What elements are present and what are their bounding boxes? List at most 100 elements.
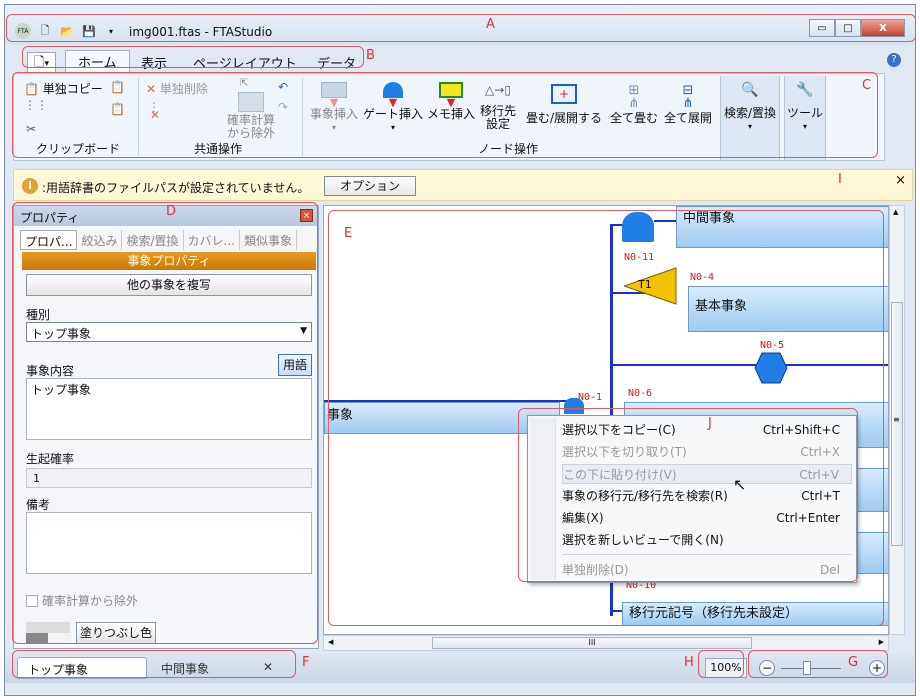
transfer-set-button[interactable]: △→▯ 移行先 設定 bbox=[478, 84, 518, 131]
insert-gate-button[interactable]: ▼ ゲート挿入 ▾ bbox=[362, 82, 424, 134]
delete-icon[interactable]: ✕ bbox=[150, 108, 160, 122]
delete-single-button[interactable]: ✕ 単独削除 bbox=[146, 80, 208, 97]
chevron-down-icon: ▼ bbox=[300, 326, 307, 336]
zoom-slider-thumb[interactable] bbox=[803, 661, 811, 675]
expand-all-button[interactable]: ⊟ ⋔ 全て展開 bbox=[660, 84, 716, 125]
panel-close-icon[interactable]: × bbox=[300, 209, 313, 222]
tab-coverage[interactable]: カバレ... bbox=[184, 230, 240, 250]
duplicate-event-button[interactable]: 他の事象を複写 bbox=[26, 274, 312, 296]
tab-home[interactable]: ホーム bbox=[65, 50, 130, 72]
vertical-scroll-thumb[interactable]: ≡ bbox=[891, 302, 903, 546]
exclude-calc-checkbox[interactable]: 確率計算から除外 bbox=[26, 592, 138, 609]
chart-icon: ⇱ bbox=[240, 78, 249, 89]
redo-icon[interactable]: ↷ bbox=[278, 100, 288, 114]
menu-item-delete-single[interactable]: 単独削除(D) Del bbox=[562, 560, 852, 580]
scroll-left-icon[interactable]: ◀ bbox=[328, 638, 333, 646]
menu-icon-gutter bbox=[530, 418, 556, 580]
notification-close-icon[interactable]: × bbox=[895, 173, 906, 188]
kind-label: 種別 bbox=[26, 308, 51, 322]
content-textarea[interactable]: トップ事象 bbox=[26, 378, 312, 440]
probability-label: 生起確率 bbox=[26, 452, 75, 466]
options-button[interactable]: オプション bbox=[324, 176, 416, 196]
zoom-out-icon[interactable]: − bbox=[759, 660, 775, 676]
paste-icon[interactable]: 📋 bbox=[110, 80, 125, 94]
tab-view[interactable]: 表示 bbox=[141, 53, 167, 72]
context-menu: 選択以下をコピー(C) Ctrl+Shift+C 選択以下を切り取り(T) Ctrl… bbox=[527, 415, 857, 583]
help-icon[interactable]: ? bbox=[887, 53, 901, 67]
node-id: N0-5 bbox=[760, 340, 785, 351]
insert-event-button[interactable]: ▼ 事象挿入 ▾ bbox=[306, 82, 362, 134]
window-controls: ▭ □ X bbox=[809, 19, 905, 37]
exclude-calc-icon bbox=[238, 92, 264, 112]
tree-branch-line bbox=[610, 364, 888, 366]
notes-textarea[interactable] bbox=[26, 512, 312, 574]
notification-bar: i :用語辞書のファイルパスが設定されていません。 オプション × bbox=[13, 169, 913, 201]
fill-color-button[interactable]: 塗りつぶし色 bbox=[76, 622, 156, 644]
save-icon[interactable]: 💾 bbox=[81, 23, 97, 39]
search-replace-button[interactable]: 🔍 検索/置換 ▾ bbox=[720, 82, 780, 133]
tab-page-layout[interactable]: ページレイアウト bbox=[193, 53, 297, 72]
tools-button[interactable]: 🔧 ツール ▾ bbox=[784, 83, 826, 133]
doc-tab-top-event[interactable]: トップ事象 bbox=[17, 657, 147, 679]
open-folder-icon[interactable]: 📂 bbox=[59, 23, 75, 39]
minimize-button[interactable]: ▭ bbox=[809, 19, 835, 37]
close-button[interactable]: X bbox=[861, 19, 905, 37]
title-bar: FTA 🗋 📂 💾 ▾ img001.ftas - FTAStudio ▭ □ … bbox=[5, 5, 915, 45]
notes-label: 備考 bbox=[26, 498, 51, 512]
scroll-right-icon[interactable]: ▶ bbox=[879, 638, 884, 646]
ribbon-tab-bar: 🗋▾ ホーム 表示 ページレイアウト データ ? bbox=[5, 49, 915, 76]
transfer-triangle-icon[interactable] bbox=[624, 266, 680, 306]
glossary-button[interactable]: 用語 bbox=[278, 354, 312, 376]
maximize-button[interactable]: □ bbox=[835, 19, 861, 37]
tab-search-replace[interactable]: 検索/置換 bbox=[122, 230, 184, 250]
app-logo-icon: FTA bbox=[15, 23, 31, 39]
tab-filter[interactable]: 絞込み bbox=[77, 230, 123, 250]
customize-dropdown-icon[interactable]: ▾ bbox=[103, 23, 119, 39]
menu-item-cut-below[interactable]: 選択以下を切り取り(T) Ctrl+X bbox=[562, 442, 852, 462]
window-title: img001.ftas - FTAStudio bbox=[129, 25, 273, 39]
top-event-node[interactable]: 事象 bbox=[324, 402, 560, 434]
horizontal-scrollbar[interactable]: ◀ III ▶ bbox=[323, 635, 889, 651]
insert-memo-button[interactable]: ▼ メモ挿入 bbox=[426, 82, 476, 121]
fill-color-swatch bbox=[26, 622, 70, 644]
fold-all-button[interactable]: ⊞ ⋔ 全て畳む bbox=[606, 84, 662, 125]
basic-event-node[interactable]: 基本事象 bbox=[688, 286, 888, 332]
hexagon-icon[interactable] bbox=[754, 352, 788, 384]
exclude-calc-button[interactable]: 確率計算 から除外 bbox=[218, 78, 284, 140]
kind-select[interactable]: トップ事象 ▼ bbox=[26, 322, 312, 342]
tab-similar-events[interactable]: 類似事象 bbox=[240, 230, 297, 250]
zoom-slider-track[interactable] bbox=[781, 668, 841, 669]
copy-tree-icon[interactable]: ⋮⋮ bbox=[24, 98, 48, 112]
cut-icon[interactable]: ✂ bbox=[26, 122, 36, 136]
menu-item-search-transfer[interactable]: 事象の移行元/移行先を検索(R) Ctrl+T bbox=[562, 486, 852, 506]
close-tab-icon[interactable]: ✕ bbox=[263, 660, 273, 674]
copy-single-button[interactable]: 📋 単独コピー bbox=[24, 80, 103, 97]
annotation-label: D bbox=[166, 204, 177, 219]
paste-below-icon[interactable]: 📋 bbox=[110, 102, 125, 116]
zoom-percent[interactable]: 100% bbox=[705, 658, 747, 678]
delete-x-icon: ✕ bbox=[146, 82, 157, 96]
fold-all-icon: ⊞ ⋔ bbox=[628, 83, 640, 111]
properties-panel: プロパティ × プロパ... 絞込み 検索/置換 カバレ... 類似事象 事象プ… bbox=[13, 205, 319, 649]
zoom-in-icon[interactable]: + bbox=[869, 660, 885, 676]
binoculars-icon: 🔍 bbox=[741, 82, 759, 98]
notification-message: :用語辞書のファイルパスが設定されていません。 bbox=[42, 181, 310, 195]
annotation-label: J bbox=[708, 416, 712, 431]
undo-icon[interactable]: ↶ bbox=[278, 80, 288, 94]
transfer-arrow-icon: △→▯ bbox=[485, 83, 511, 97]
doc-tab-intermediate-event[interactable]: 中間事象 ✕ bbox=[151, 657, 281, 679]
tab-properties[interactable]: プロパ... bbox=[20, 230, 78, 250]
new-file-icon[interactable]: 🗋 bbox=[37, 23, 53, 39]
tab-data[interactable]: データ bbox=[317, 53, 356, 72]
menu-item-edit[interactable]: 編集(X) Ctrl+Enter bbox=[562, 508, 852, 528]
common-group-label: 共通操作 bbox=[194, 142, 243, 156]
transfer-source-node[interactable]: 移行元記号（移行先未設定） bbox=[622, 602, 888, 626]
vertical-scrollbar[interactable]: ▲ ≡ bbox=[889, 205, 905, 635]
menu-item-paste-below[interactable]: この下に貼り付け(V) Ctrl+V bbox=[562, 464, 852, 484]
menu-item-copy-below[interactable]: 選択以下をコピー(C) Ctrl+Shift+C bbox=[562, 420, 852, 440]
scroll-up-icon[interactable]: ▲ bbox=[893, 208, 898, 216]
intermediate-event-node[interactable]: 中間事象 bbox=[676, 206, 888, 248]
horizontal-scroll-thumb[interactable]: III bbox=[432, 637, 752, 649]
menu-item-open-new-view[interactable]: 選択を新しいビューで開く(N) bbox=[562, 530, 852, 550]
fold-expand-button[interactable]: + 畳む/展開する bbox=[524, 84, 604, 125]
